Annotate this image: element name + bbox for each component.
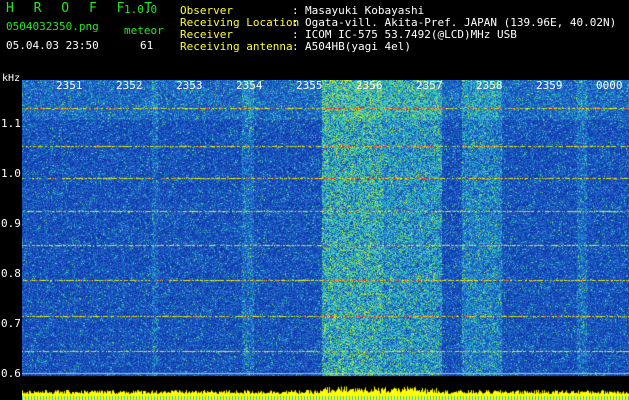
y-axis-unit-label: kHz (2, 73, 21, 84)
spectrogram (22, 80, 629, 400)
header-panel: H R O F F T 1.0.0 0504032350.png 05.04.0… (0, 0, 629, 78)
x-tick-label: 2357 (416, 79, 443, 92)
info-separator: : (292, 40, 299, 53)
event-type: meteor (124, 24, 164, 37)
y-tick-label: 0.8 (1, 267, 21, 280)
x-tick-label: 2351 (56, 79, 83, 92)
y-tick-label: 0.9 (1, 217, 21, 230)
info-key-antenna: Receiving antenna (180, 40, 293, 53)
x-tick-label: 2356 (356, 79, 383, 92)
x-tick-label: 2354 (236, 79, 263, 92)
y-tick-label: 1.0 (1, 167, 21, 180)
info-value-antenna: A504HB(yagi 4el) (305, 40, 411, 53)
x-tick-label: 2359 (536, 79, 563, 92)
x-tick-label: 0000 (596, 79, 623, 92)
event-count: 61 (140, 39, 154, 52)
spectrogram-canvas (22, 80, 629, 400)
y-tick-label: 0.7 (1, 317, 21, 330)
y-tick-label: 0.6 (1, 367, 21, 380)
x-tick-label: 2355 (296, 79, 323, 92)
x-tick-label: 2353 (176, 79, 203, 92)
x-tick-label: 2358 (476, 79, 503, 92)
app-version: 1.0.0 (124, 3, 158, 16)
y-tick-label: 1.1 (1, 117, 21, 130)
file-name: 0504032350.png (6, 20, 99, 33)
timestamp: 05.04.03 23:50 (6, 39, 99, 52)
x-tick-label: 2352 (116, 79, 143, 92)
